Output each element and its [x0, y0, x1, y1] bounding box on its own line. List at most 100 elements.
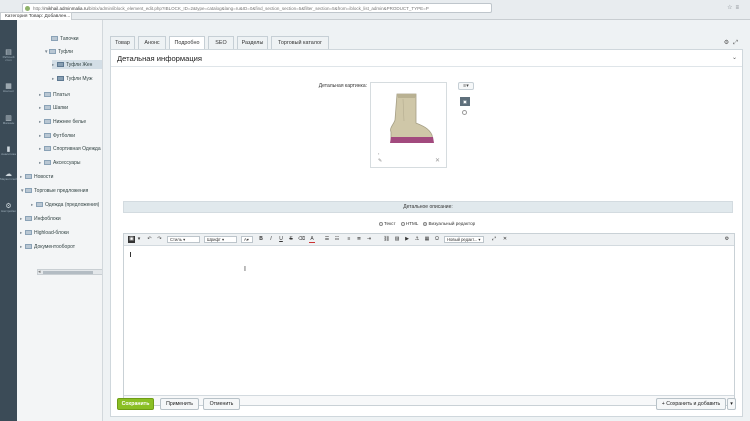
- tree-node[interactable]: ▸ Футболки: [39, 131, 75, 140]
- indent-icon[interactable]: ⇥: [366, 236, 372, 243]
- tab-detail[interactable]: Подробно: [169, 36, 205, 50]
- address-bar[interactable]: http://mikhail.adminmalia.ru/bitrix/admi…: [22, 3, 492, 13]
- detail-image-label: Детальная картинка:: [318, 83, 367, 89]
- mode-html-radio[interactable]: [400, 222, 405, 226]
- detail-description-header: Детальное описание:: [123, 201, 733, 213]
- clear-format-icon[interactable]: ⌫: [298, 236, 305, 243]
- folder-icon: [25, 174, 32, 179]
- browser-toolbar: http://mikhail.adminmalia.ru/bitrix/admi…: [0, 0, 750, 20]
- italic-icon[interactable]: I: [268, 236, 274, 243]
- tree-node[interactable]: ▸ Платья: [39, 90, 70, 99]
- ordered-list-icon[interactable]: ☰: [324, 236, 330, 243]
- detail-image-box[interactable]: ▪ ✎ ✕: [370, 82, 447, 168]
- gear-icon[interactable]: ⚙: [724, 236, 730, 243]
- tree-node[interactable]: ▸ Highload-блоки: [20, 228, 69, 237]
- section-title: Детальная информация: [117, 54, 203, 63]
- strikethrough-icon[interactable]: S: [288, 236, 294, 243]
- align-center-icon[interactable]: ≣: [356, 236, 362, 243]
- image-icon[interactable]: ▣: [460, 97, 470, 106]
- tab-product[interactable]: Товар: [110, 36, 135, 49]
- desktop-icon[interactable]: ▤ Рабочий стол: [0, 48, 17, 64]
- tree-node[interactable]: ▼ Туфли: [44, 47, 73, 56]
- browser-tab[interactable]: Категория Товар: Добавлен...: [0, 12, 72, 20]
- tree-node[interactable]: ▸ Документооборот: [20, 242, 75, 251]
- mode-visual-radio[interactable]: [423, 222, 428, 226]
- tree-node[interactable]: ▸ Инфоблоки: [20, 214, 61, 223]
- tree-node-selected[interactable]: ▸ Туфли Жен: [52, 60, 102, 69]
- save-and-add-button[interactable]: + Сохранить и добавить: [656, 398, 726, 410]
- anchor-icon[interactable]: ⚓: [414, 236, 420, 243]
- scroll-left-icon[interactable]: ◂: [38, 269, 41, 275]
- editor-mode-icon[interactable]: ▣: [128, 236, 135, 243]
- table-icon[interactable]: ▦: [424, 236, 430, 243]
- tab-sections[interactable]: Разделы: [237, 36, 268, 49]
- tree-node[interactable]: ▸ Аксессуары: [39, 158, 80, 167]
- editor-toolbar: ▣ ▾ ↶ ↷ Стиль ▾ Шрифт ▾ A▾ B I U S ⌫ A ☰…: [124, 234, 734, 246]
- store-icon[interactable]: ▥ Магазин: [0, 114, 17, 130]
- undo-icon[interactable]: ↶: [146, 236, 153, 243]
- gear-icon[interactable]: ⚙: [724, 40, 733, 46]
- redo-icon[interactable]: ↷: [156, 236, 163, 243]
- editor-content-area[interactable]: I: [124, 246, 734, 396]
- format-dropdown[interactable]: Новый редакт... ▾: [444, 236, 484, 243]
- close-icon[interactable]: ✕: [435, 157, 440, 164]
- mode-text-radio[interactable]: [379, 222, 383, 226]
- tree-node[interactable]: Тапочки: [51, 35, 79, 44]
- folder-icon: [44, 92, 51, 97]
- visual-editor: ▣ ▾ ↶ ↷ Стиль ▾ Шрифт ▾ A▾ B I U S ⌫ A ☰…: [123, 233, 735, 406]
- special-char-icon[interactable]: Ω: [434, 236, 440, 243]
- chevron-down-icon[interactable]: ▾: [137, 236, 141, 243]
- align-left-icon[interactable]: ≡: [346, 236, 352, 243]
- tree-node[interactable]: ▸ Шапки: [39, 103, 68, 112]
- fullscreen-icon[interactable]: ⤢: [491, 236, 497, 243]
- font-dropdown[interactable]: Шрифт ▾: [204, 236, 237, 243]
- analytics-icon[interactable]: ▮ Аналитика: [0, 145, 17, 161]
- gear-icon[interactable]: ⚙ Настройки: [0, 202, 17, 218]
- url-domain: mikhail.adminmalia.ru: [44, 6, 88, 11]
- folder-icon: [25, 230, 32, 235]
- close-icon[interactable]: ✕: [502, 236, 508, 243]
- marketplace-icon[interactable]: ☁ Маркетплейс: [0, 170, 18, 186]
- tab-preview[interactable]: Анонс: [138, 36, 166, 49]
- video-icon[interactable]: ▶: [404, 236, 410, 243]
- mouse-cursor: I: [244, 266, 246, 273]
- tree-node[interactable]: ▸ Нижнее белье: [39, 117, 86, 126]
- tab-seo[interactable]: SEO: [208, 36, 234, 49]
- scroll-thumb[interactable]: [43, 271, 93, 274]
- tab-trade-catalog[interactable]: Торговый каталог: [271, 36, 329, 49]
- folder-icon: [57, 76, 64, 81]
- save-options-button[interactable]: ▾: [727, 398, 736, 410]
- browser-controls: ☆≡: [727, 4, 742, 11]
- tab-controls: ⚙⤢: [724, 39, 742, 47]
- underline-icon[interactable]: U: [278, 236, 284, 243]
- tree-node[interactable]: ▸ Одежда (предложения): [31, 200, 99, 209]
- menu-icon[interactable]: ≡: [735, 5, 742, 11]
- font-size-dropdown[interactable]: A▾: [241, 236, 253, 243]
- folder-icon: [49, 49, 56, 54]
- apply-button[interactable]: Применить: [160, 398, 199, 410]
- expand-icon[interactable]: ⤢: [733, 40, 742, 46]
- edit-icon[interactable]: ✎: [378, 158, 382, 164]
- text-color-icon[interactable]: A: [309, 236, 315, 243]
- folder-icon: [44, 105, 51, 110]
- style-dropdown[interactable]: Стиль ▾: [167, 236, 200, 243]
- editor-mode-selector: Текст HTML Визуальный редактор: [379, 221, 475, 226]
- chevron-down-icon[interactable]: ⌄: [732, 54, 737, 61]
- link-icon[interactable]: ⛓: [383, 236, 390, 243]
- cancel-button[interactable]: Отменить: [203, 398, 240, 410]
- folder-icon: [25, 244, 32, 249]
- save-button[interactable]: Сохранить: [117, 398, 154, 410]
- tree-node[interactable]: ▼ Торговые предложения: [20, 186, 88, 195]
- image-option-radio[interactable]: [462, 110, 467, 115]
- tree-node[interactable]: ▸ Туфли Муж: [52, 74, 92, 83]
- image-menu-button[interactable]: ≡▾: [458, 82, 474, 90]
- folder-icon: [44, 119, 51, 124]
- tree-node[interactable]: ▸ Новости: [20, 172, 53, 181]
- bold-icon[interactable]: B: [258, 236, 264, 243]
- unordered-list-icon[interactable]: ☷: [334, 236, 340, 243]
- tree-horizontal-scrollbar[interactable]: ◂ ▸: [37, 269, 102, 275]
- tree-node[interactable]: ▸ Спортивная Одежда: [39, 144, 101, 153]
- image-insert-icon[interactable]: ▨: [394, 236, 400, 243]
- content-icon[interactable]: ▦ Контент: [0, 82, 17, 98]
- folder-icon: [36, 202, 43, 207]
